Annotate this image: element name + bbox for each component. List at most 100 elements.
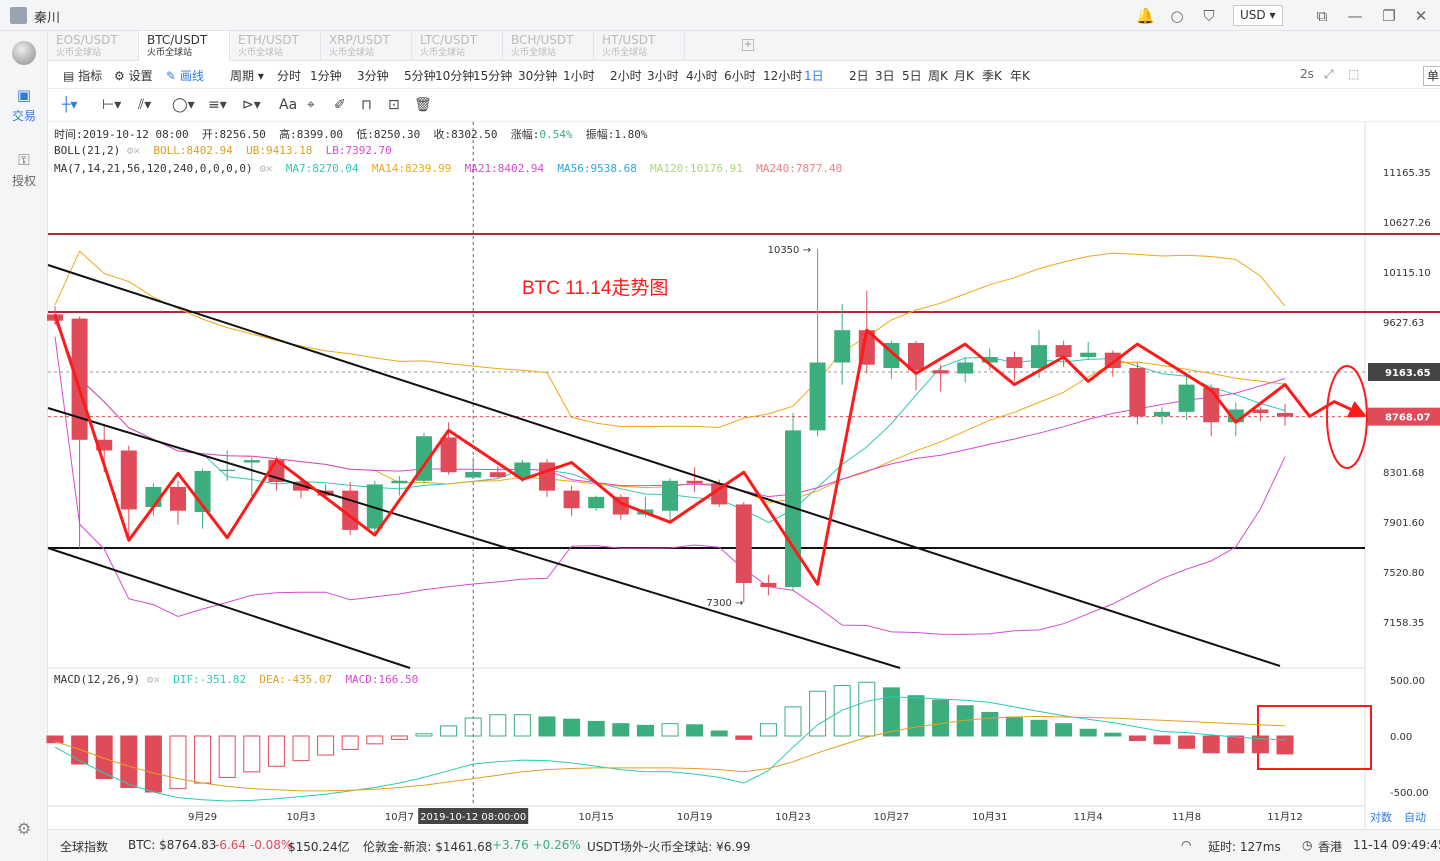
candle-body (612, 496, 629, 515)
macd-bar (440, 725, 458, 737)
period-10分钟[interactable]: 10分钟 (435, 67, 474, 84)
tab-xrp[interactable]: XRP/USDT 火币全球站 (321, 31, 412, 61)
tab-eth[interactable]: ETH/USDT 火币全球站 (230, 31, 321, 61)
period-12小时[interactable]: 12小时 (763, 67, 802, 84)
x-tick-label: 11月4 (1074, 811, 1103, 823)
period-1分钟[interactable]: 1分钟 (310, 67, 342, 84)
shirt-icon[interactable]: ⛉ (1200, 7, 1218, 25)
x-tick-label: 10月31 (972, 811, 1007, 823)
ma240-value: MA240:7877.40 (756, 162, 843, 175)
chat-icon[interactable]: ○ (1168, 7, 1186, 25)
ma-info: MA(7,14,21,56,120,240,0,0,0,0) ⚙✕ MA7:82… (54, 162, 842, 175)
tab-bch[interactable]: BCH/USDT 火币全球站 (503, 31, 594, 61)
window-mode-select[interactable]: 单窗口 ▾ (1423, 66, 1440, 86)
period-1小时[interactable]: 1小时 (563, 67, 595, 84)
boll-name: BOLL(21,2) (54, 144, 121, 157)
candle-body (96, 439, 113, 451)
macd-bar (1079, 728, 1097, 737)
period-2小时[interactable]: 2小时 (610, 67, 642, 84)
macd-bar (194, 735, 212, 784)
period-3分钟[interactable]: 3分钟 (357, 67, 389, 84)
horizontal-line-tool-icon[interactable]: ⊢▾ (102, 97, 121, 113)
period-3小时[interactable]: 3小时 (647, 67, 679, 84)
macd-bar (46, 735, 64, 744)
shape-tool-icon[interactable]: ◯▾ (172, 97, 195, 113)
info-change-value: 0.54% (539, 128, 573, 141)
macd-info: MACD(12,26,9) ⚙✕ DIF:-351.82 DEA:-435.07… (54, 673, 418, 686)
y-tick-label: 7901.60 (1383, 518, 1424, 529)
period-1日[interactable]: 1日 (804, 67, 824, 84)
settings-gear-icon[interactable]: ⚙ (14, 819, 34, 839)
add-tab-icon[interactable]: + (742, 39, 754, 51)
ma-settings-icon[interactable]: ⚙✕ (259, 162, 272, 175)
period-3日[interactable]: 3日 (875, 67, 895, 84)
brush-tool-icon[interactable]: ✐ (334, 97, 346, 113)
refresh-interval[interactable]: 2s (1300, 67, 1314, 81)
ruler-tool-icon[interactable]: ⌖ (307, 97, 315, 113)
candle-body (834, 330, 851, 363)
macd-bar (218, 735, 236, 778)
macd-bar (833, 685, 851, 737)
currency-select[interactable]: USD ▾ (1233, 5, 1283, 26)
crosshair-tool-icon[interactable]: ┼▾ (62, 97, 77, 113)
trend-line-lower (47, 547, 411, 669)
period-年K[interactable]: 年K (1010, 67, 1030, 84)
close-icon[interactable]: ✕ (1412, 7, 1430, 25)
screenshot-icon[interactable]: ⬚ (1348, 67, 1359, 81)
boll-settings-icon[interactable]: ⚙✕ (127, 144, 140, 157)
trash-tool-icon[interactable]: 🗑 (414, 97, 432, 113)
macd-bar (882, 687, 900, 737)
restore-icon[interactable]: ❐ (1380, 7, 1398, 25)
period-30分钟[interactable]: 30分钟 (518, 67, 557, 84)
candle-body (416, 436, 432, 481)
fullscreen-icon[interactable]: ⤢ (1324, 67, 1334, 82)
settings-button[interactable]: ⚙ 设置 (114, 67, 153, 84)
avatar-icon[interactable] (10, 7, 27, 24)
bell-icon[interactable]: 🔔 (1136, 7, 1155, 25)
text-tool[interactable]: Aa (279, 97, 297, 113)
macd-bar (1030, 719, 1048, 737)
macd-bar (1251, 735, 1269, 754)
period-周K[interactable]: 周K (928, 67, 948, 84)
tab-eos[interactable]: EOS/USDT 火币全球站 (48, 31, 139, 61)
candle-body (1227, 409, 1244, 423)
tab-symbol: EOS/USDT (56, 33, 118, 47)
minimize-icon[interactable]: — (1346, 7, 1364, 25)
period-季K[interactable]: 季K (982, 67, 1002, 84)
macd-y-tick: 0.00 (1390, 732, 1412, 743)
ma7-value: MA7:8270.04 (285, 162, 359, 175)
period-月K[interactable]: 月K (954, 67, 974, 84)
indicator-button[interactable]: ▤ 指标 (63, 67, 102, 84)
candle-body (145, 486, 162, 507)
y-tick-label: 7520.80 (1383, 568, 1424, 579)
candle-body (1031, 345, 1047, 368)
info-open: 开:8256.50 (201, 128, 266, 141)
candle-body (563, 490, 580, 509)
period-分时[interactable]: 分时 (277, 67, 301, 84)
period-dropdown[interactable]: 周期 ▾ (230, 67, 264, 84)
lock-tool-icon[interactable]: ⊡ (388, 97, 400, 113)
macd-settings-icon[interactable]: ⚙✕ (147, 673, 160, 686)
trend-line-tool-icon[interactable]: ⫽▾ (138, 97, 151, 113)
magnet-tool-icon[interactable]: ⊓ (361, 97, 372, 113)
y-tick-label: 11165.35 (1383, 168, 1431, 179)
fib-tool-icon[interactable]: ≡▾ (208, 97, 227, 113)
draw-button[interactable]: ✎ 画线 (166, 67, 204, 84)
period-4小时[interactable]: 4小时 (686, 67, 718, 84)
sidebar-item-trade[interactable]: ▣ 交易 (0, 86, 48, 124)
candle-body (1080, 352, 1097, 358)
macd-bar (513, 714, 531, 737)
period-2日[interactable]: 2日 (849, 67, 869, 84)
tab-ht[interactable]: HT/USDT 火币全球站 (594, 31, 685, 61)
pin-icon[interactable]: ⧉ (1313, 7, 1331, 25)
ma7-line (54, 320, 1286, 523)
tab-btc[interactable]: BTC/USDT 火币全球站 (139, 31, 230, 61)
pattern-tool-icon[interactable]: ⊳▾ (242, 97, 261, 113)
period-5分钟[interactable]: 5分钟 (404, 67, 436, 84)
tab-exchange: 火币全球站 (238, 48, 284, 58)
period-5日[interactable]: 5日 (902, 67, 922, 84)
sidebar-item-auth[interactable]: ⚿ 授权 (0, 151, 48, 189)
period-15分钟[interactable]: 15分钟 (473, 67, 512, 84)
tab-ltc[interactable]: LTC/USDT 火币全球站 (412, 31, 503, 61)
period-6小时[interactable]: 6小时 (724, 67, 756, 84)
